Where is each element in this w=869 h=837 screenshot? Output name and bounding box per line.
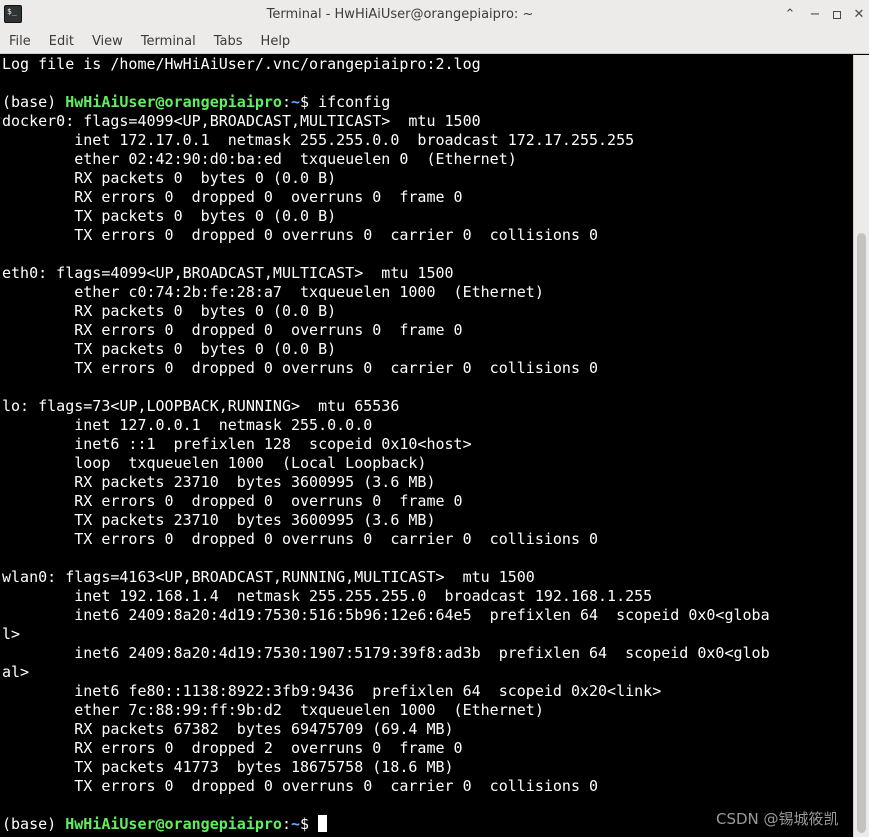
prompt-line: (base) HwHiAiUser@orangepiaipro:~$ ifcon… xyxy=(2,93,770,112)
output-line: RX errors 0 dropped 0 overruns 0 frame 0 xyxy=(2,492,463,510)
output-line: loop txqueuelen 1000 (Local Loopback) xyxy=(2,454,427,472)
output-line: al> xyxy=(2,663,30,681)
prompt-path: ~ xyxy=(291,93,301,111)
output-line: inet6 2409:8a20:4d19:7530:516:5b96:12e6:… xyxy=(2,606,770,624)
prompt-user-host: HwHiAiUser@orangepiaipro xyxy=(65,815,282,833)
menu-terminal[interactable]: Terminal xyxy=(132,30,205,53)
output-line: TX errors 0 dropped 0 overruns 0 carrier… xyxy=(2,777,599,795)
prompt-env: (base) xyxy=(2,93,66,111)
output-line: docker0: flags=4099<UP,BROADCAST,MULTICA… xyxy=(2,112,481,130)
output-line: TX errors 0 dropped 0 overruns 0 carrier… xyxy=(2,226,599,244)
output-line: RX packets 67382 bytes 69475709 (69.4 MB… xyxy=(2,720,454,738)
title-bar[interactable]: $_ Terminal - HwHiAiUser@orangepiaipro: … xyxy=(0,0,869,31)
terminal-lines: Log file is /home/HwHiAiUser/.vnc/orange… xyxy=(2,55,770,834)
output-line: ether 7c:88:99:ff:9b:d2 txqueuelen 1000 … xyxy=(2,701,544,719)
output-line: eth0: flags=4099<UP,BROADCAST,MULTICAST>… xyxy=(2,264,454,282)
output-line: TX packets 41773 bytes 18675758 (18.6 MB… xyxy=(2,758,454,776)
prompt-user-host: HwHiAiUser@orangepiaipro xyxy=(65,93,282,111)
output-line: inet6 ::1 prefixlen 128 scopeid 0x10<hos… xyxy=(2,435,472,453)
output-line: RX errors 0 dropped 2 overruns 0 frame 0 xyxy=(2,739,463,757)
output-line: inet 192.168.1.4 netmask 255.255.255.0 b… xyxy=(2,587,653,605)
output-line: RX packets 0 bytes 0 (0.0 B) xyxy=(2,169,337,187)
vertical-scrollbar[interactable] xyxy=(853,55,869,837)
output-line: l> xyxy=(2,625,21,643)
prompt-symbol: $ xyxy=(300,815,319,833)
output-line: inet6 fe80::1138:8922:3fb9:9436 prefixle… xyxy=(2,682,662,700)
output-line: wlan0: flags=4163<UP,BROADCAST,RUNNING,M… xyxy=(2,568,535,586)
prompt-symbol: $ xyxy=(300,93,319,111)
text-cursor xyxy=(318,815,328,832)
prompt-path: ~ xyxy=(291,815,301,833)
terminal-output[interactable]: Log file is /home/HwHiAiUser/.vnc/orange… xyxy=(0,55,853,837)
close-icon[interactable]: ✕ xyxy=(850,6,868,24)
output-line: TX errors 0 dropped 0 overruns 0 carrier… xyxy=(2,530,599,548)
window-title: Terminal - HwHiAiUser@orangepiaipro: ~ xyxy=(266,7,534,22)
prompt-separator: : xyxy=(281,815,291,833)
menu-help[interactable]: Help xyxy=(252,30,300,53)
menu-tabs[interactable]: Tabs xyxy=(205,30,252,53)
output-line: ether c0:74:2b:fe:28:a7 txqueuelen 1000 … xyxy=(2,283,544,301)
menu-bar: File Edit View Terminal Tabs Help xyxy=(0,30,869,54)
menu-edit[interactable]: Edit xyxy=(40,30,83,53)
prompt-env: (base) xyxy=(2,815,66,833)
command-text: ifconfig xyxy=(318,93,391,111)
prompt-separator: : xyxy=(281,93,291,111)
output-line: TX packets 0 bytes 0 (0.0 B) xyxy=(2,207,337,225)
output-line: ether 02:42:90:d0:ba:ed txqueuelen 0 (Et… xyxy=(2,150,517,168)
minimize-icon[interactable]: − xyxy=(806,6,824,24)
output-line: TX errors 0 dropped 0 overruns 0 carrier… xyxy=(2,359,599,377)
terminal-window: $_ Terminal - HwHiAiUser@orangepiaipro: … xyxy=(0,0,869,837)
output-line: RX packets 0 bytes 0 (0.0 B) xyxy=(2,302,337,320)
menu-file[interactable]: File xyxy=(0,30,40,53)
output-line: RX packets 23710 bytes 3600995 (3.6 MB) xyxy=(2,473,436,491)
output-line: Log file is /home/HwHiAiUser/.vnc/orange… xyxy=(2,55,481,73)
output-line: inet6 2409:8a20:4d19:7530:1907:5179:39f8… xyxy=(2,644,770,662)
maximize-icon[interactable] xyxy=(828,6,846,24)
menu-view[interactable]: View xyxy=(83,30,132,53)
output-line: RX errors 0 dropped 0 overruns 0 frame 0 xyxy=(2,188,463,206)
watermark: CSDN @锡城筱凯 xyxy=(716,810,839,828)
output-line: TX packets 0 bytes 0 (0.0 B) xyxy=(2,340,337,358)
output-line: inet 172.17.0.1 netmask 255.255.0.0 broa… xyxy=(2,131,635,149)
chevron-up-icon[interactable]: ⌃ xyxy=(781,6,799,24)
output-line: inet 127.0.0.1 netmask 255.0.0.0 xyxy=(2,416,373,434)
output-line: RX errors 0 dropped 0 overruns 0 frame 0 xyxy=(2,321,463,339)
prompt-line: (base) HwHiAiUser@orangepiaipro:~$ xyxy=(2,815,770,834)
scrollbar-thumb[interactable] xyxy=(857,233,866,833)
output-line: lo: flags=73<UP,LOOPBACK,RUNNING> mtu 65… xyxy=(2,397,400,415)
output-line: TX packets 23710 bytes 3600995 (3.6 MB) xyxy=(2,511,436,529)
